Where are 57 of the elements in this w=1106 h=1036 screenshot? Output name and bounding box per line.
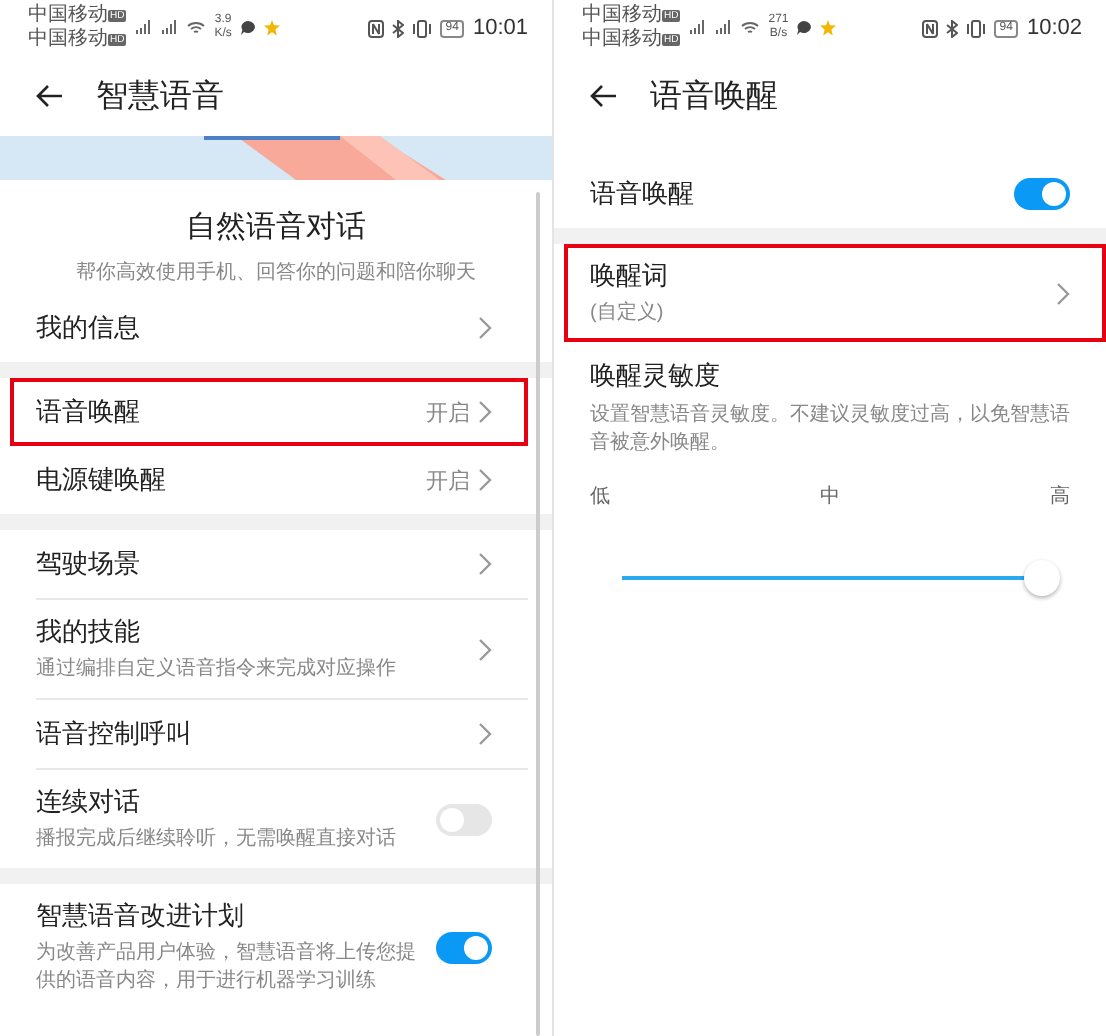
setting-description: 为改善产品用户体验，智慧语音将上传您提供的语音内容，用于进行机器学习训练 [36, 940, 416, 996]
wifi-icon [740, 20, 761, 36]
section-subtitle: 帮你高效使用手机、回答你的问题和陪你聊天 [76, 259, 476, 286]
setting-description: 播报完成后继续聆听，无需唤醒直接对话 [36, 826, 398, 854]
setting-label: 唤醒灵敏度 [590, 358, 722, 394]
wifi-icon [186, 20, 207, 36]
chat-icon [796, 20, 813, 36]
slider-thumb[interactable] [1024, 560, 1060, 596]
toggle-switch[interactable] [436, 931, 492, 963]
back-arrow-icon[interactable] [590, 84, 618, 108]
carrier-label: 中国移动 [582, 4, 662, 27]
settings-row[interactable]: 语音控制呼叫 [36, 698, 528, 768]
clock: 10:02 [1026, 16, 1082, 40]
carrier-label: 中国移动 [28, 28, 108, 52]
setting-label: 智慧语音改进计划 [36, 898, 246, 934]
slider-tick-label: 高 [1050, 483, 1070, 510]
nfc-icon [921, 19, 938, 37]
page-title: 语音唤醒 [650, 77, 778, 117]
back-arrow-icon[interactable] [36, 84, 64, 108]
chevron-icon [478, 637, 492, 661]
chevron-icon [478, 552, 492, 576]
section-title: 自然语音对话 [186, 208, 366, 246]
signal-icon [160, 20, 179, 36]
signal-icon [714, 20, 733, 36]
signal-icon [688, 20, 707, 36]
vibrate-icon [965, 19, 986, 37]
vibrate-icon [411, 19, 432, 37]
carrier-label: 中国移动 [582, 28, 662, 52]
chevron-icon [1056, 281, 1070, 305]
setting-description: 设置智慧语音灵敏度。不建议灵敏度过高，以免智慧语音被意外唤醒。 [590, 402, 1070, 458]
settings-row[interactable]: 唤醒词 (自定义) [564, 244, 1106, 342]
setting-label: 连续对话 [36, 784, 142, 820]
scrollbar[interactable] [536, 192, 540, 1036]
star-icon [263, 20, 280, 36]
settings-row[interactable]: 我的信息 [0, 294, 528, 362]
nfc-icon [367, 19, 384, 37]
chat-icon [239, 20, 256, 36]
signal-icon [134, 20, 153, 36]
chevron-icon [478, 316, 492, 340]
clock: 10:01 [472, 16, 528, 40]
bluetooth-icon [945, 19, 958, 37]
carrier-label: 中国移动 [28, 4, 108, 27]
settings-row[interactable]: 电源键唤醒 开启 [0, 446, 528, 514]
settings-row[interactable]: 驾驶场景 [0, 530, 528, 598]
slider-tick-label: 中 [820, 483, 840, 510]
settings-row[interactable]: 我的技能 通过编排自定义语音指令来完成对应操作 [36, 598, 528, 698]
toggle-switch[interactable] [1014, 178, 1070, 210]
chevron-icon [478, 468, 492, 492]
bluetooth-icon [391, 19, 404, 37]
toggle-switch[interactable] [436, 803, 492, 835]
setting-label: 语音唤醒 [590, 176, 696, 212]
page-title: 智慧语音 [96, 77, 224, 117]
chevron-icon [478, 722, 492, 746]
star-icon [820, 20, 837, 36]
settings-row[interactable]: 语音唤醒 开启 [10, 378, 528, 446]
slider-tick-label: 低 [590, 484, 610, 510]
chevron-icon [478, 400, 492, 424]
